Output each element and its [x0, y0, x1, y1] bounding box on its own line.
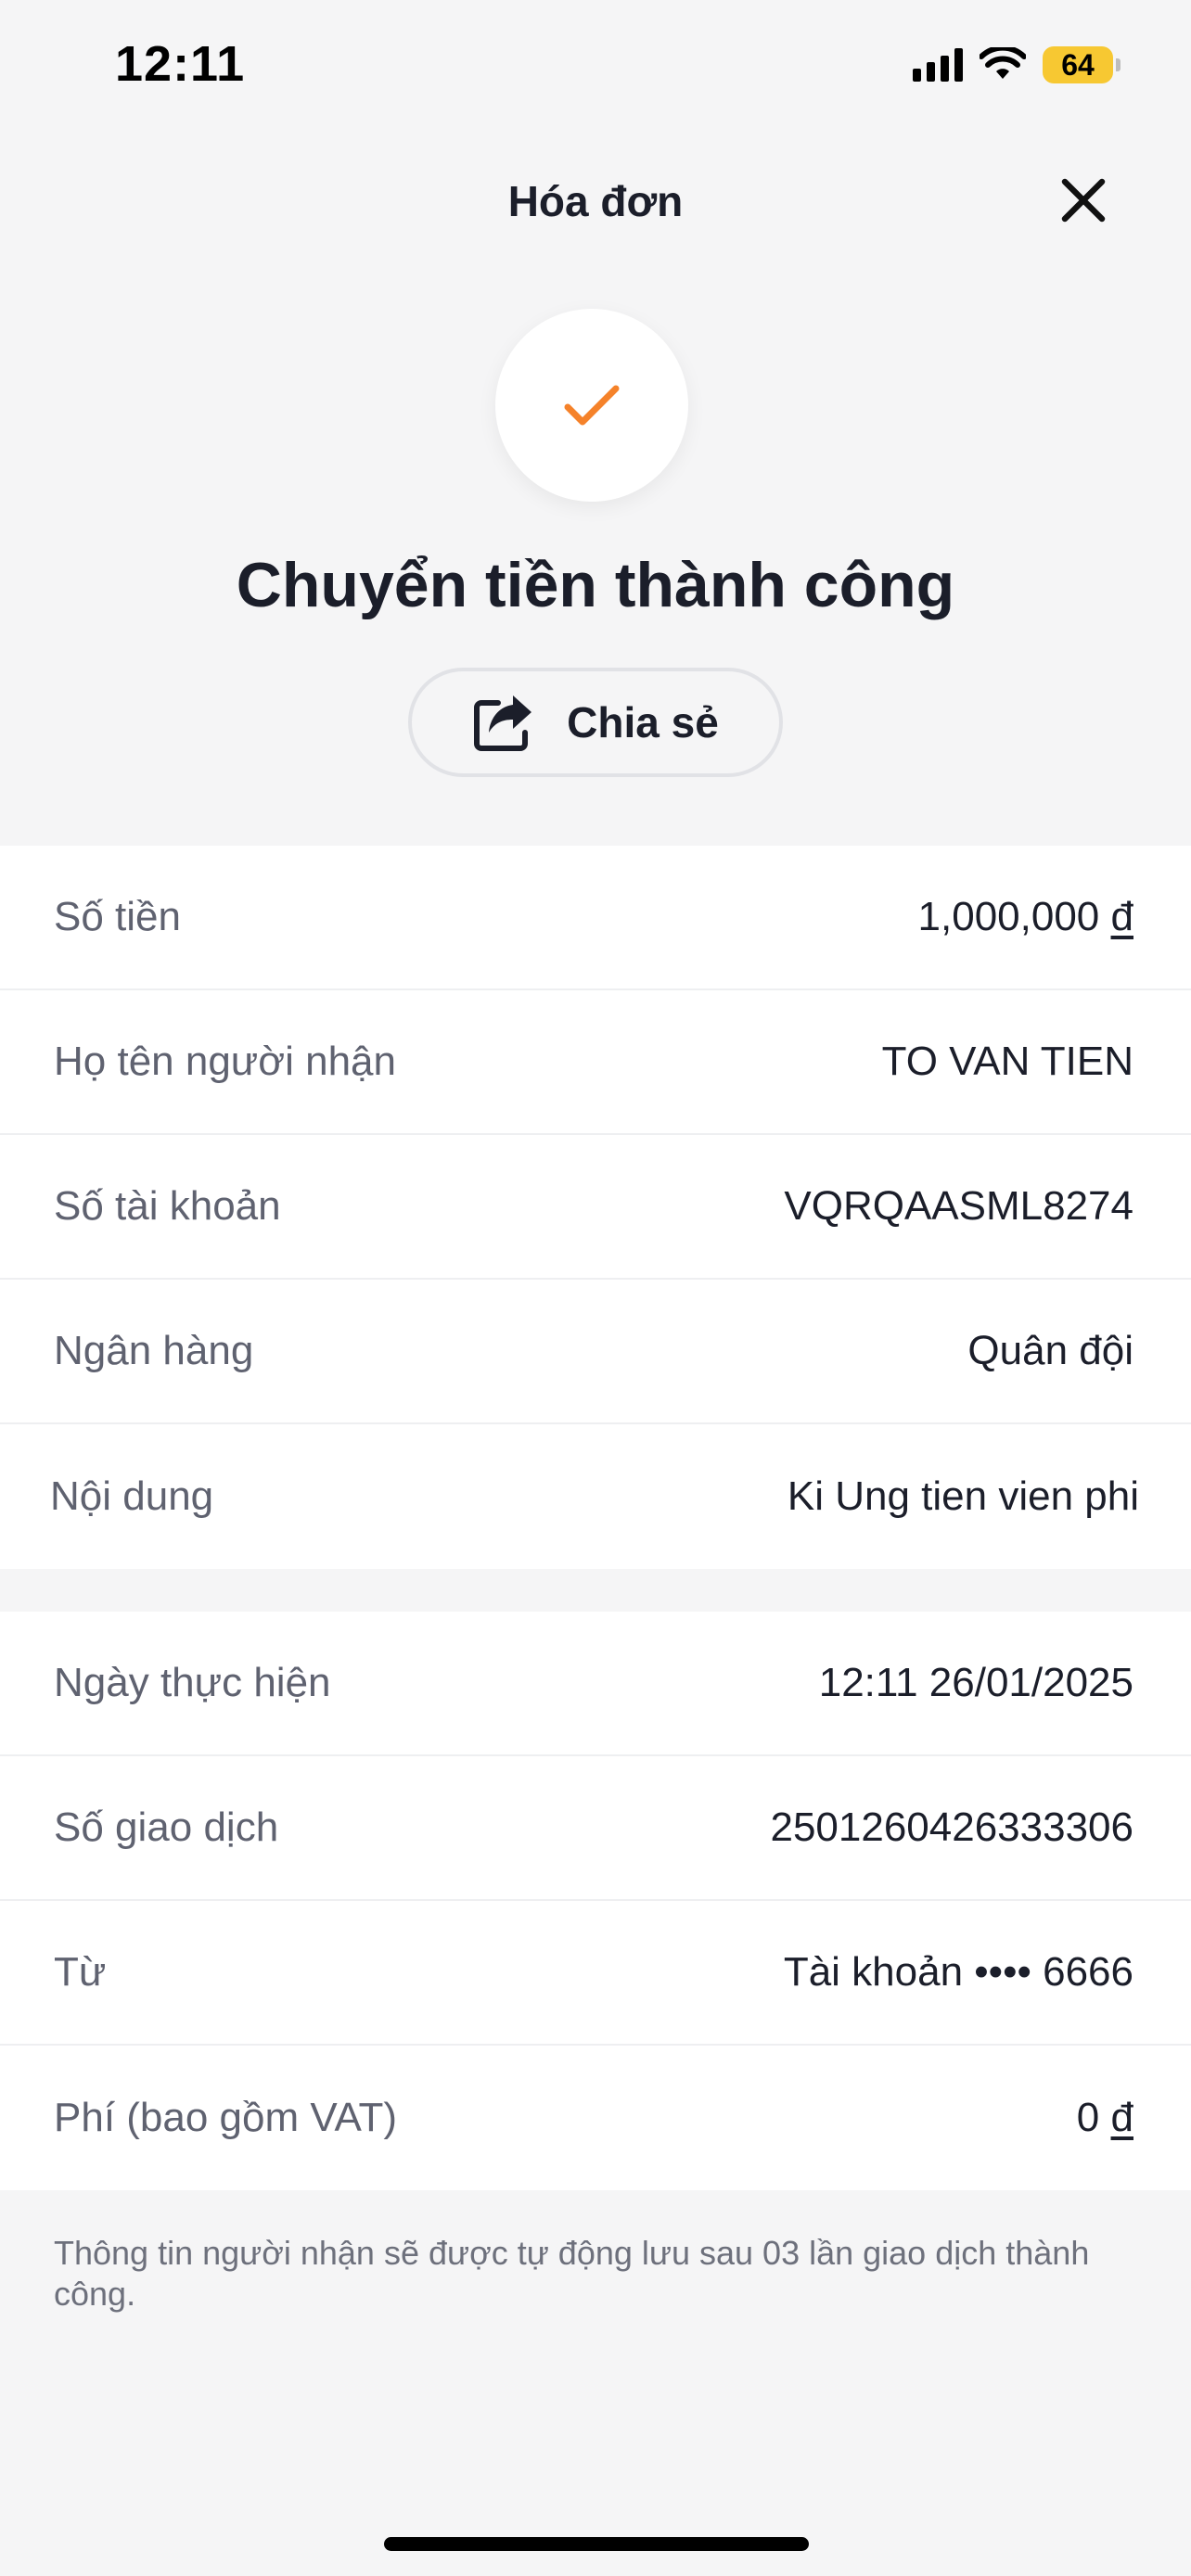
- share-icon: [474, 695, 532, 751]
- detail-row-account-number: Số tài khoản VQRQAASML8274: [0, 1135, 1191, 1280]
- detail-row-date: Ngày thực hiện 12:11 26/01/2025: [0, 1612, 1191, 1756]
- close-button[interactable]: [1050, 167, 1117, 234]
- status-bar: 12:11 64: [0, 0, 1191, 130]
- transaction-info-card: Ngày thực hiện 12:11 26/01/2025 Số giao …: [0, 1612, 1191, 2190]
- detail-row-transaction-id: Số giao dịch 2501260426333306: [0, 1756, 1191, 1901]
- success-badge: [495, 309, 688, 502]
- transfer-details-card: Số tiền 1,000,000 đ Họ tên người nhận TO…: [0, 846, 1191, 1569]
- detail-row-amount: Số tiền 1,000,000 đ: [0, 846, 1191, 990]
- home-indicator[interactable]: [384, 2537, 809, 2551]
- bank-value: Quân đội: [967, 1328, 1133, 1373]
- account-number-label: Số tài khoản: [54, 1183, 281, 1229]
- detail-row-content: Nội dung Ki Ung tien vien phi: [0, 1424, 1191, 1569]
- cellular-signal-icon: [913, 48, 963, 82]
- status-icons: 64: [913, 46, 1121, 83]
- source-account-label: Từ: [54, 1949, 107, 1995]
- recipient-name-value: TO VAN TIEN: [881, 1039, 1133, 1084]
- footer-note: Thông tin người nhận sẽ được tự động lưu…: [54, 2234, 1090, 2313]
- close-icon: [1061, 178, 1106, 223]
- account-number-value: VQRQAASML8274: [784, 1183, 1133, 1229]
- share-label: Chia sẻ: [567, 698, 719, 746]
- checkmark-icon: [564, 385, 620, 426]
- page-title: Hóa đơn: [507, 177, 684, 225]
- recipient-name-label: Họ tên người nhận: [54, 1039, 396, 1084]
- detail-row-fee: Phí (bao gồm VAT) 0 đ: [0, 2046, 1191, 2190]
- detail-row-source-account: Từ Tài khoản •••• 6666: [0, 1901, 1191, 2046]
- detail-row-recipient-name: Họ tên người nhận TO VAN TIEN: [0, 990, 1191, 1135]
- amount-label: Số tiền: [54, 894, 181, 939]
- amount-value: 1,000,000 đ: [917, 894, 1133, 939]
- detail-row-bank: Ngân hàng Quân đội: [0, 1280, 1191, 1424]
- fee-label: Phí (bao gồm VAT): [54, 2095, 398, 2140]
- wifi-icon: [980, 47, 1026, 79]
- fee-value: 0 đ: [1076, 2095, 1133, 2140]
- content-label: Nội dung: [50, 1473, 214, 1519]
- date-label: Ngày thực hiện: [54, 1660, 331, 1705]
- battery-level: 64: [1061, 47, 1095, 82]
- bank-label: Ngân hàng: [54, 1328, 254, 1373]
- transaction-id-value: 2501260426333306: [770, 1804, 1133, 1850]
- battery-icon: 64: [1043, 46, 1121, 83]
- success-title: Chuyển tiền thành công: [236, 550, 955, 620]
- date-value: 12:11 26/01/2025: [818, 1660, 1133, 1705]
- status-time: 12:11: [115, 36, 246, 92]
- source-account-value: Tài khoản •••• 6666: [783, 1949, 1133, 1995]
- content-value: Ki Ung tien vien phi: [787, 1473, 1139, 1519]
- transaction-id-label: Số giao dịch: [54, 1804, 279, 1850]
- share-button[interactable]: Chia sẻ: [408, 668, 783, 777]
